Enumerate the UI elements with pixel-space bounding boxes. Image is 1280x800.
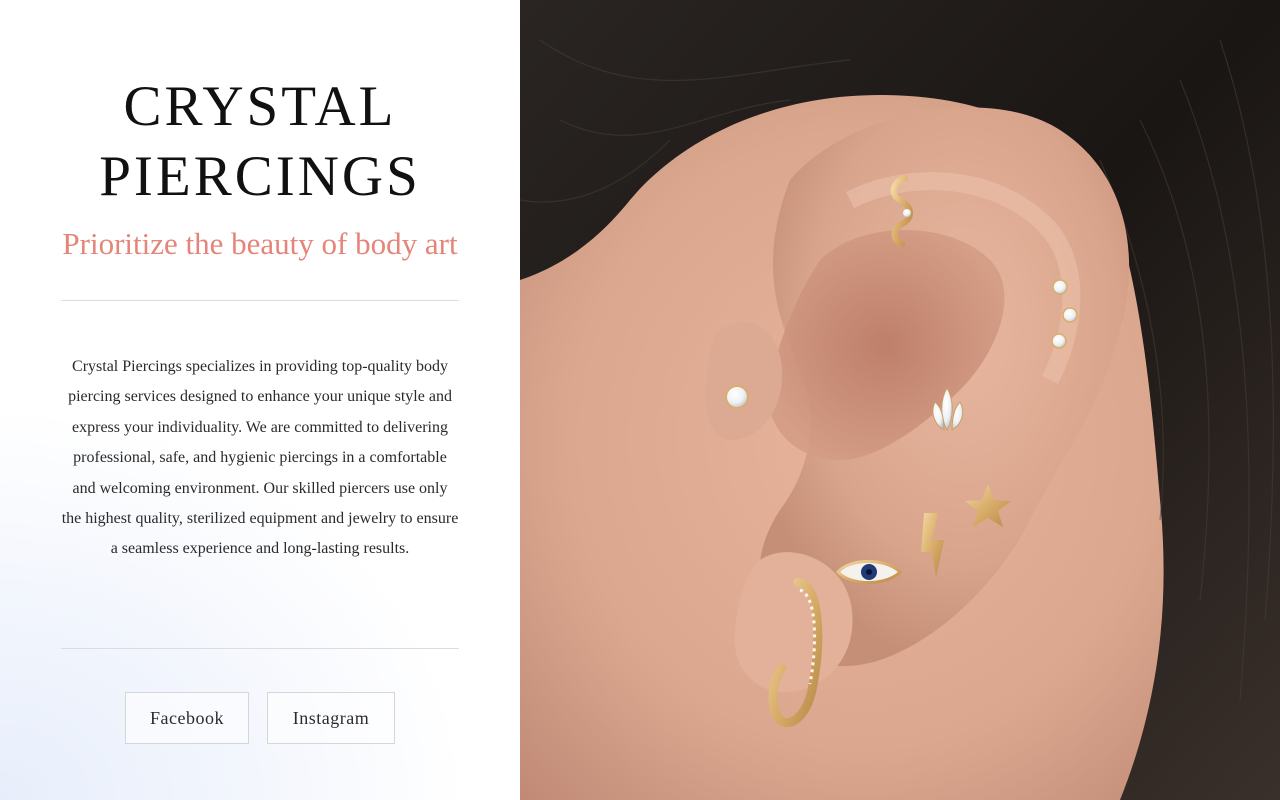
bottom-divider [61, 648, 459, 649]
instagram-button[interactable]: Instagram [267, 692, 395, 744]
landing-page: CRYSTAL PIERCINGS Prioritize the beauty … [0, 0, 1280, 800]
hero-image-panel [520, 0, 1280, 800]
brand-title: CRYSTAL PIERCINGS [0, 72, 520, 212]
ear-piercings-photo [520, 0, 1280, 800]
description-text: Crystal Piercings specializes in providi… [61, 358, 459, 558]
facebook-button[interactable]: Facebook [125, 692, 249, 744]
tagline: Prioritize the beauty of body art [62, 226, 458, 261]
social-links: Facebook Instagram [0, 692, 520, 744]
top-divider [61, 300, 459, 301]
brand-title-line-1: CRYSTAL [123, 75, 397, 138]
info-panel: CRYSTAL PIERCINGS Prioritize the beauty … [0, 0, 520, 800]
brand-title-line-2: PIERCINGS [99, 145, 421, 208]
